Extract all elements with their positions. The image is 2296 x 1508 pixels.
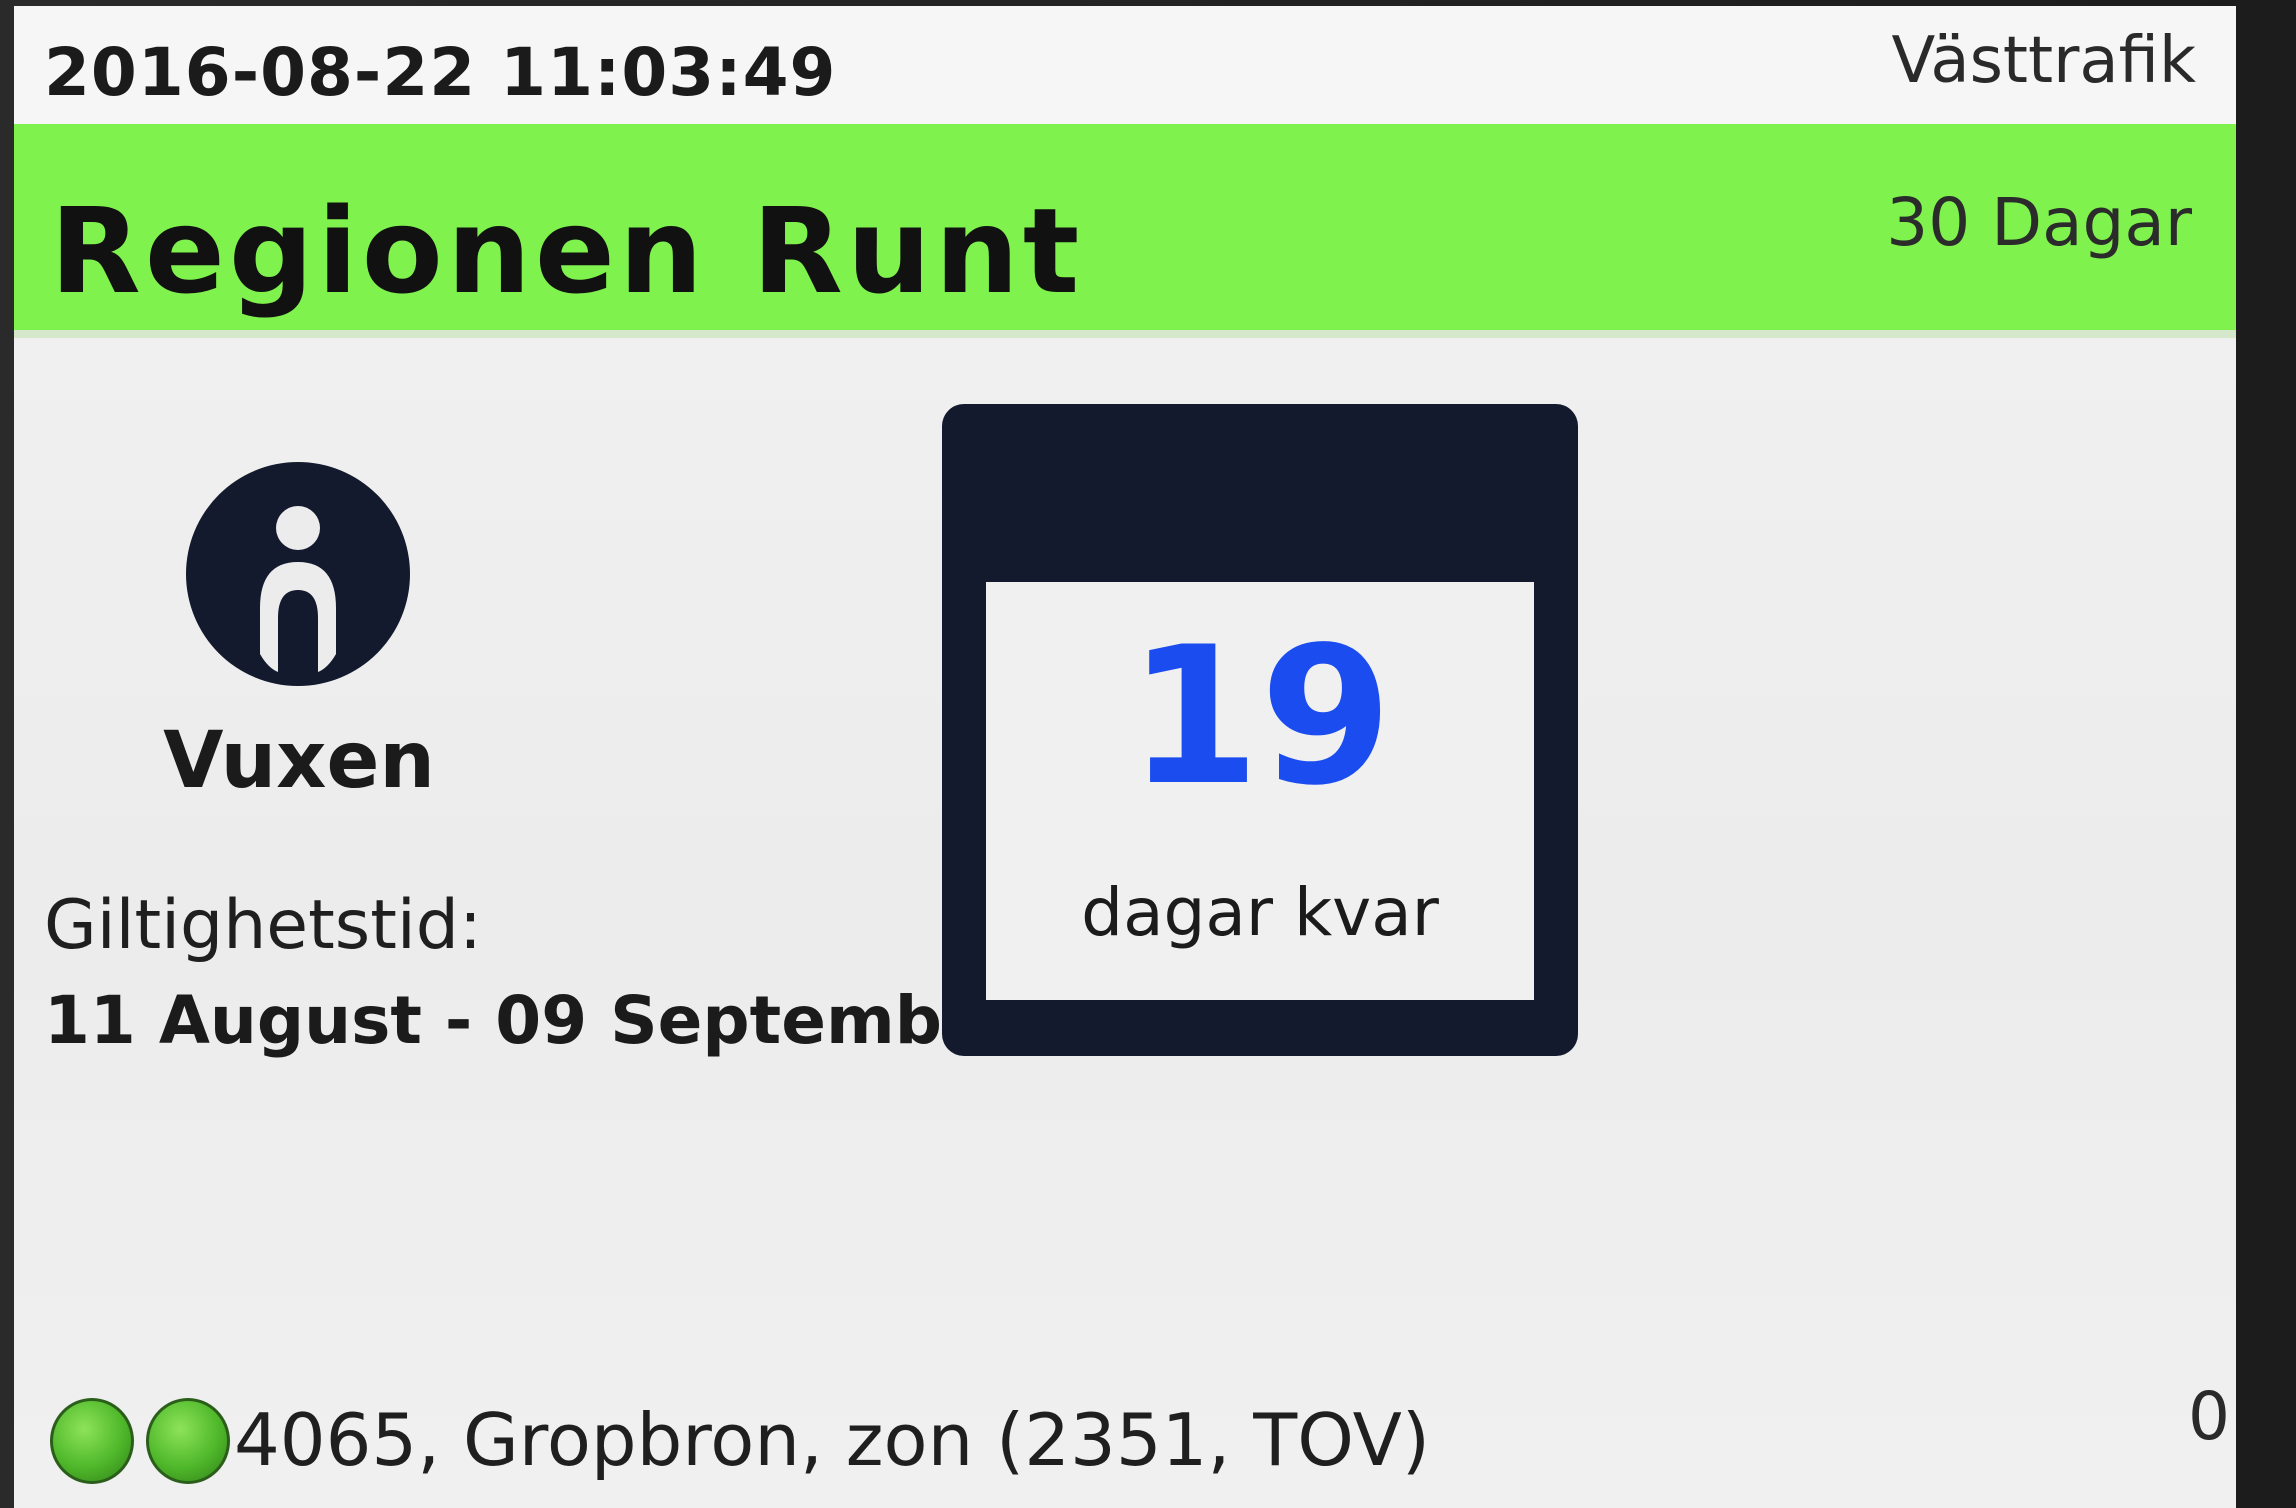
operator-name: Västtrafik (1891, 24, 2196, 98)
days-remaining-number: 19 (1127, 606, 1393, 827)
calendar-icon: 19 dagar kvar (942, 404, 1578, 1056)
stop-info: 4065, Gropbron, zon (2351, TOV) (234, 1398, 1430, 1482)
green-status-dot-icon (50, 1398, 134, 1484)
validity-range: 11 August - 09 September (44, 982, 1020, 1059)
corner-value: 0 (2188, 1378, 2230, 1455)
status-bar: 2016-08-22 11:03:49 Västtrafik (14, 6, 2236, 124)
green-status-dot-icon (146, 1398, 230, 1484)
ticket-title-band: Regionen Runt 30 Dagar (14, 124, 2236, 338)
person-icon (182, 458, 414, 690)
ticket-screen: 2016-08-22 11:03:49 Västtrafik Regionen … (14, 6, 2236, 1508)
calendar-page: 19 dagar kvar (986, 582, 1534, 1000)
passenger-type: Vuxen (163, 716, 435, 806)
current-datetime: 2016-08-22 11:03:49 (44, 34, 837, 111)
validity-label: Giltighetstid: (44, 886, 482, 965)
ticket-name: Regionen Runt (50, 182, 1084, 320)
days-remaining-label: dagar kvar (1081, 874, 1439, 951)
ticket-duration: 30 Dagar (1886, 184, 2192, 261)
